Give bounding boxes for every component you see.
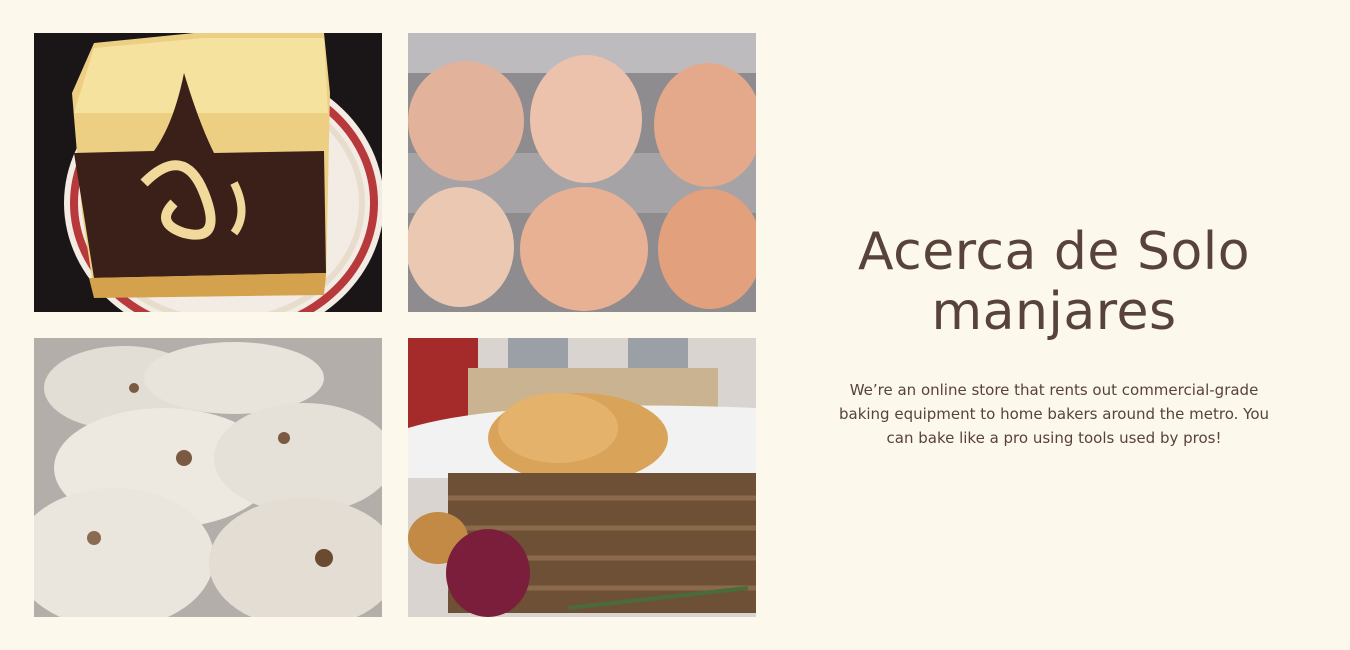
marble-cake-photo: [34, 33, 382, 312]
about-heading: Acerca de Solo manjares: [857, 222, 1251, 342]
about-section: Acerca de Solo manjares We’re an online …: [820, 222, 1288, 450]
flatbread-photo: [34, 338, 382, 617]
bread-basket-photo: [408, 338, 756, 617]
about-description: We’re an online store that rents out com…: [838, 381, 1270, 447]
eggs-photo: [408, 33, 756, 312]
